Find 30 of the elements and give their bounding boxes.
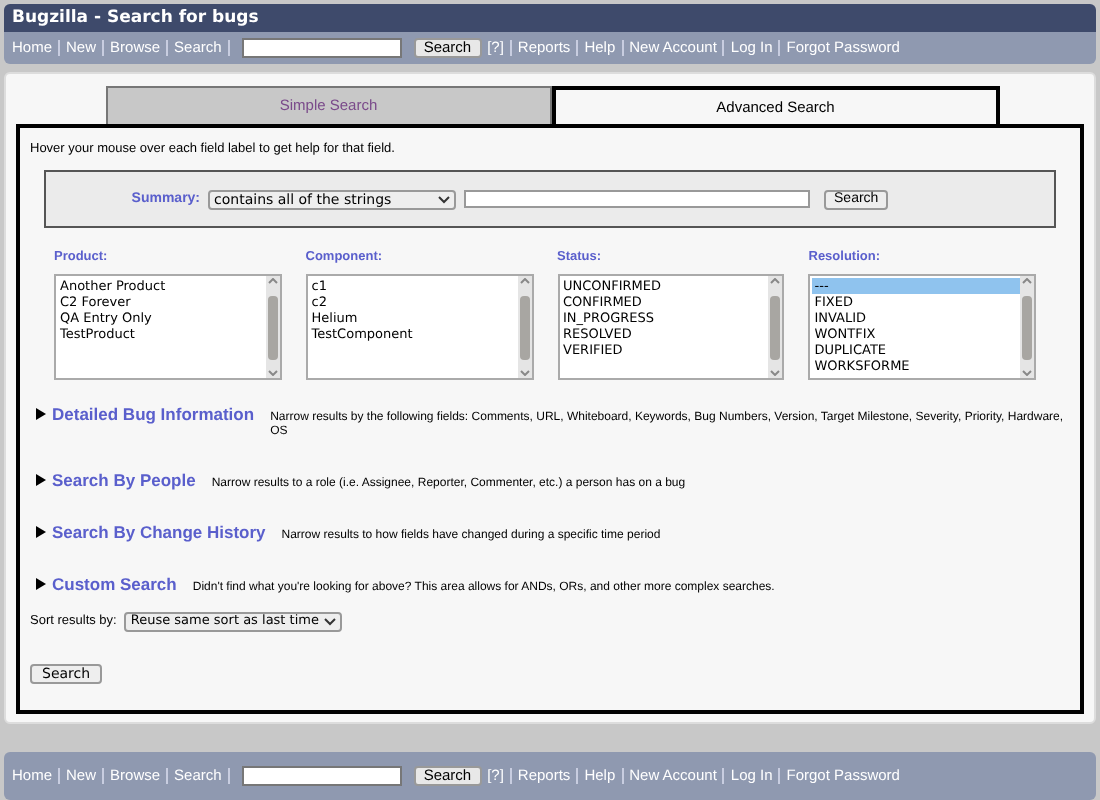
window-title: Bugzilla - Search for bugs — [4, 4, 1096, 32]
scroll-down-icon[interactable] — [267, 370, 278, 377]
scrollbar-thumb[interactable] — [1022, 295, 1032, 360]
expand-icon[interactable] — [34, 578, 46, 591]
scroll-down-icon[interactable] — [519, 370, 529, 377]
scroll-down-icon[interactable] — [770, 370, 781, 377]
scroll-up-icon[interactable] — [519, 278, 529, 285]
chevron-icon — [438, 195, 451, 204]
summary-field[interactable] — [464, 190, 811, 209]
scroll-up-icon[interactable] — [770, 278, 781, 285]
scrollbar[interactable] — [517, 276, 531, 379]
section-link[interactable]: Search By Change History — [52, 526, 266, 541]
scrollbar[interactable] — [265, 276, 280, 379]
scrollbar-thumb[interactable] — [519, 295, 529, 360]
scroll-up-icon[interactable] — [267, 278, 278, 285]
section-link[interactable]: Detailed Bug Information — [52, 408, 255, 423]
section-link[interactable]: Custom Search — [52, 578, 177, 593]
chevron-icon — [324, 618, 337, 627]
scrollbar-thumb[interactable] — [267, 295, 278, 360]
expand-icon[interactable] — [34, 408, 46, 421]
search-field[interactable] — [241, 38, 402, 58]
expand-icon[interactable] — [34, 474, 46, 487]
scrollbar[interactable] — [768, 276, 783, 379]
scrollbar-thumb[interactable] — [770, 295, 781, 360]
scroll-down-icon[interactable] — [1022, 370, 1032, 377]
scroll-up-icon[interactable] — [1022, 278, 1032, 285]
search-field[interactable] — [241, 766, 402, 787]
scrollbar[interactable] — [1020, 276, 1034, 379]
section-link[interactable]: Search By People — [52, 474, 196, 489]
expand-icon[interactable] — [34, 526, 46, 539]
